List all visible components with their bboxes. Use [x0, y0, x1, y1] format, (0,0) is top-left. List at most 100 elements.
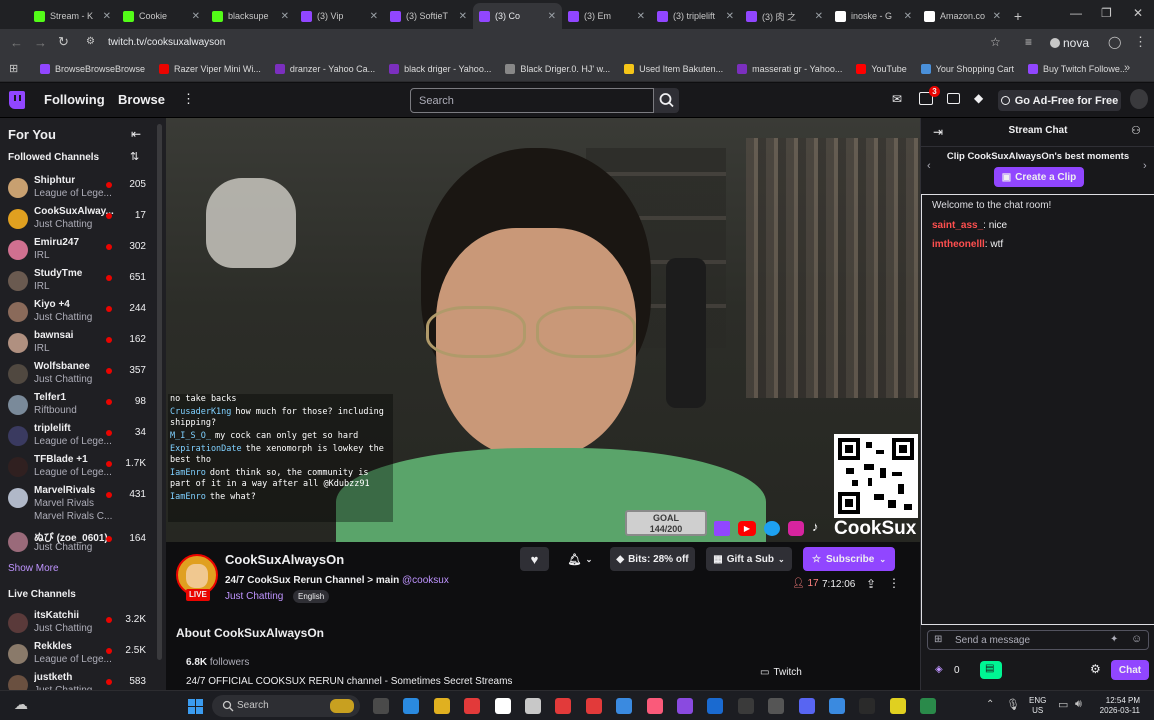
stream-title-mention[interactable]: @cooksux	[402, 575, 449, 586]
app-green-icon[interactable]	[920, 698, 937, 714]
whispers-icon[interactable]	[947, 93, 960, 104]
explorer-icon[interactable]	[464, 698, 481, 714]
sidebar-channel[interactable]: TFBlade +1 League of Lege... 1.7K	[0, 452, 160, 483]
new-tab-button[interactable]: +	[1007, 3, 1029, 29]
music-icon[interactable]	[646, 698, 663, 714]
tab-close-icon[interactable]: ✕	[192, 11, 200, 22]
bookmark-item[interactable]: black driger - Yahoo...	[389, 64, 491, 74]
sidebar-channel[interactable]: Rekkles League of Lege... 2.5K	[0, 639, 160, 670]
browser-tab[interactable]: blacksupe ✕	[206, 3, 295, 29]
sidebar-channel[interactable]: CookSuxAlway... Just Chatting 17	[0, 204, 160, 235]
sidebar-scrollbar[interactable]	[157, 124, 162, 660]
close-window-icon[interactable]: ✕	[1133, 6, 1143, 20]
browser-tab[interactable]: (3) triplelift ✕	[651, 3, 740, 29]
browser-tab[interactable]: Amazon.co ✕	[918, 3, 1007, 29]
more-options-icon[interactable]: ⋮	[888, 576, 900, 590]
profile-chip[interactable]: nova	[1050, 36, 1089, 50]
steam-icon[interactable]	[707, 698, 724, 714]
browser-tab[interactable]: (3) Em ✕	[562, 3, 651, 29]
microphone-icon[interactable]: 🎙︎	[1006, 698, 1020, 711]
tab-close-icon[interactable]: ✕	[459, 11, 467, 22]
bookmark-item[interactable]: masserati gr - Yahoo...	[737, 64, 842, 74]
rewards-button[interactable]: ▤	[980, 661, 1002, 679]
bookmark-item[interactable]: Your Shopping Cart	[920, 64, 1014, 74]
chat-username[interactable]: imtheonelll	[932, 239, 985, 250]
search-button[interactable]	[654, 88, 679, 113]
minimize-icon[interactable]: —	[1070, 6, 1082, 20]
sidebar-channel[interactable]: triplelift League of Lege... 34	[0, 421, 160, 452]
tab-close-icon[interactable]: ✕	[548, 11, 556, 22]
subscribe-button[interactable]: ☆ Subscribe ⌄	[803, 547, 895, 571]
app-dark-icon[interactable]	[737, 698, 754, 714]
network-icon[interactable]: ▭	[1058, 698, 1068, 711]
language-indicator[interactable]: ENG US	[1029, 696, 1046, 716]
bookmark-item[interactable]: dranzer - Yahoo Ca...	[274, 64, 375, 74]
go-ad-free-button[interactable]: Go Ad-Free for Free	[998, 90, 1121, 111]
channel-points-icon[interactable]: ◈	[935, 664, 943, 675]
tray-overflow-icon[interactable]: ⌃	[986, 699, 994, 710]
twitch-icon[interactable]	[677, 698, 693, 714]
chat-input[interactable]: ⊞ Send a message ✦ ☺	[927, 630, 1149, 650]
taskbar-search[interactable]: Search	[212, 695, 360, 717]
bits-button[interactable]: ◆ Bits: 28% off	[610, 547, 695, 571]
discord-icon[interactable]	[798, 698, 815, 714]
forward-icon[interactable]: →	[34, 35, 47, 50]
share-icon[interactable]: ⇪	[866, 577, 876, 591]
bookmark-item[interactable]: Razer Viper Mini Wi...	[159, 64, 261, 74]
bits-gem-icon[interactable]: ◆	[974, 91, 983, 105]
sidebar-channel[interactable]: Kiyo +4 Just Chatting 244	[0, 297, 160, 328]
browser-tab[interactable]: Stream - K ✕	[28, 3, 117, 29]
tab-close-icon[interactable]: ✕	[370, 11, 378, 22]
chrome-icon[interactable]	[403, 698, 420, 714]
app-blue-icon[interactable]	[829, 698, 845, 714]
sidebar-channel[interactable]: Shiphtur League of Lege... 205	[0, 173, 160, 204]
tab-close-icon[interactable]: ✕	[726, 11, 734, 22]
bookmark-item[interactable]: BrowseBrowseBrowse	[40, 64, 145, 74]
task-view-icon[interactable]	[373, 698, 389, 714]
bookmarks-overflow-icon[interactable]: »	[1124, 62, 1130, 74]
tab-close-icon[interactable]: ✕	[637, 11, 645, 22]
sidebar-channel[interactable]: Emiru247 IRL 302	[0, 235, 160, 266]
tab-close-icon[interactable]: ✕	[281, 11, 289, 22]
edge-icon[interactable]	[616, 698, 633, 714]
browser-tab[interactable]: (3) Co ✕	[473, 3, 562, 29]
bookmark-item[interactable]: YouTube	[856, 64, 907, 74]
app-red-icon[interactable]	[555, 698, 572, 714]
browser-tab[interactable]: (3) SoftieT ✕	[384, 3, 473, 29]
reload-icon[interactable]: ↻	[58, 34, 69, 50]
app-red-2-icon[interactable]	[585, 698, 602, 714]
chat-emote-left-icon[interactable]: ⊞	[934, 634, 942, 645]
channel-name[interactable]: CookSuxAlwaysOn	[225, 552, 344, 567]
sidebar-channel[interactable]: itsKatchii Just Chatting 3.2K	[0, 608, 160, 639]
chat-send-button[interactable]: Chat	[1111, 660, 1149, 680]
browser-tab[interactable]: inoske - G ✕	[829, 3, 918, 29]
category-link[interactable]: Just Chatting	[225, 591, 283, 602]
start-button[interactable]	[188, 699, 203, 714]
volume-icon[interactable]: 🔊︎	[1075, 698, 1082, 711]
app-icon[interactable]	[525, 698, 541, 714]
site-info-icon[interactable]: ⚙	[86, 36, 95, 47]
copilot-icon[interactable]	[433, 698, 450, 714]
nav-browse[interactable]: Browse	[118, 92, 165, 107]
prime-crown-icon[interactable]: ✉	[892, 92, 902, 106]
search-input[interactable]: Search	[410, 88, 654, 113]
notification-bell-button[interactable]: 🔔︎ ⌄	[561, 547, 599, 571]
bookmark-item[interactable]: Black Driger.0. HJ' w...	[505, 64, 610, 74]
apps-grid-icon[interactable]: ⊞	[9, 62, 18, 75]
more-menu-icon[interactable]: ⋮	[182, 91, 195, 107]
sidebar-channel[interactable]: MarvelRivals Marvel Rivals 431 Marvel Rival…	[0, 483, 160, 522]
nav-following[interactable]: Following	[44, 92, 105, 107]
app-tray-icon[interactable]	[768, 698, 785, 714]
tab-close-icon[interactable]: ✕	[904, 11, 912, 22]
clock[interactable]: 12:54 PM 2026-03-11	[1092, 696, 1140, 716]
chat-settings-icon[interactable]: ⚙	[1090, 662, 1101, 676]
create-clip-button[interactable]: ▣ Create a Clip	[994, 167, 1084, 187]
language-tag[interactable]: English	[293, 590, 330, 603]
twitch-logo-icon[interactable]	[9, 91, 25, 109]
sidebar-channel[interactable]: Wolfsbanee Just Chatting 357	[0, 359, 160, 390]
app-dark-2-icon[interactable]	[859, 698, 876, 714]
widgets-icon[interactable]: ☁	[14, 696, 28, 713]
gift-sub-button[interactable]: ▦ Gift a Sub ⌄	[706, 547, 792, 571]
tab-close-icon[interactable]: ✕	[103, 11, 111, 22]
account-icon[interactable]: ◯	[1108, 35, 1121, 49]
